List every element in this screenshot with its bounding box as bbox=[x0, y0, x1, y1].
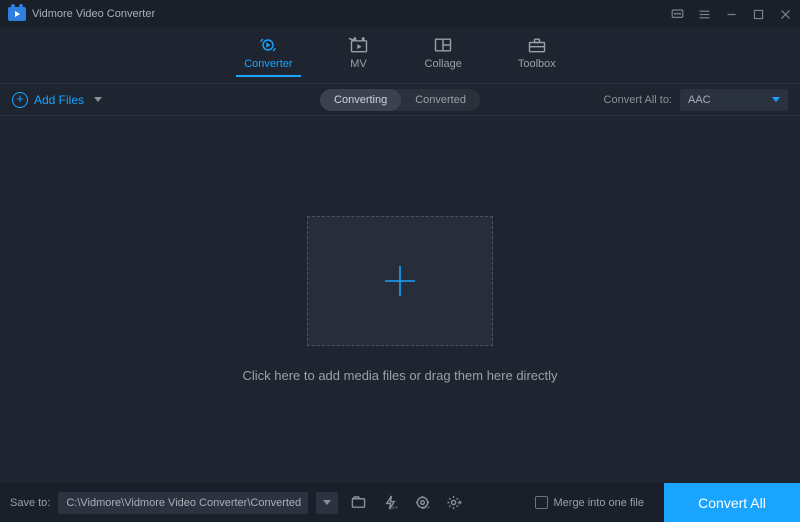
svg-text:OFF: OFF bbox=[390, 506, 398, 510]
convert-all-to: Convert All to: AAC bbox=[604, 89, 788, 111]
tab-collage[interactable]: Collage bbox=[425, 36, 462, 76]
merge-checkbox[interactable]: Merge into one file bbox=[535, 496, 645, 509]
open-folder-button[interactable] bbox=[346, 492, 370, 514]
tab-label: Converter bbox=[244, 58, 292, 70]
minimize-icon[interactable] bbox=[725, 8, 738, 21]
svg-text:OFF: OFF bbox=[422, 506, 430, 510]
menu-icon[interactable] bbox=[698, 8, 711, 21]
format-select[interactable]: AAC bbox=[680, 89, 788, 111]
plus-icon bbox=[377, 258, 423, 304]
app-logo-icon bbox=[8, 7, 26, 21]
chevron-down-icon bbox=[94, 97, 102, 102]
settings-button[interactable] bbox=[442, 492, 466, 514]
add-files-label: Add Files bbox=[34, 93, 84, 107]
titlebar-left: Vidmore Video Converter bbox=[8, 7, 155, 21]
main-area: Click here to add media files or drag th… bbox=[0, 116, 800, 483]
feedback-icon[interactable] bbox=[671, 8, 684, 21]
app-title: Vidmore Video Converter bbox=[32, 8, 155, 20]
tab-mv[interactable]: MV bbox=[349, 36, 369, 76]
format-value: AAC bbox=[688, 94, 711, 106]
titlebar: Vidmore Video Converter bbox=[0, 0, 800, 28]
hardware-accel-button[interactable]: OFF bbox=[378, 492, 402, 514]
convert-all-button[interactable]: Convert All bbox=[664, 483, 800, 522]
checkbox-icon bbox=[535, 496, 548, 509]
maximize-icon[interactable] bbox=[752, 8, 765, 21]
plus-circle-icon bbox=[12, 92, 28, 108]
convert-all-to-label: Convert All to: bbox=[604, 94, 672, 106]
status-subtabs: Converting Converted bbox=[320, 89, 480, 111]
bottombar: Save to: C:\Vidmore\Vidmore Video Conver… bbox=[0, 483, 800, 522]
subbar: Add Files Converting Converted Convert A… bbox=[0, 84, 800, 116]
add-files-button[interactable]: Add Files bbox=[12, 92, 102, 108]
subtab-converted[interactable]: Converted bbox=[401, 89, 480, 111]
tab-toolbox[interactable]: Toolbox bbox=[518, 36, 556, 76]
dropzone-add-media[interactable] bbox=[307, 216, 493, 346]
save-path-dropdown[interactable] bbox=[316, 492, 338, 514]
drop-hint: Click here to add media files or drag th… bbox=[242, 368, 557, 383]
close-icon[interactable] bbox=[779, 8, 792, 21]
main-tabs: Converter MV Collage Toolbox bbox=[0, 28, 800, 84]
merge-label: Merge into one file bbox=[554, 497, 645, 509]
tab-converter[interactable]: Converter bbox=[244, 36, 292, 76]
tab-label: Toolbox bbox=[518, 58, 556, 70]
tab-label: MV bbox=[350, 58, 367, 70]
high-speed-button[interactable]: OFF bbox=[410, 492, 434, 514]
titlebar-controls bbox=[671, 8, 792, 21]
save-path-field[interactable]: C:\Vidmore\Vidmore Video Converter\Conve… bbox=[58, 492, 308, 514]
tab-label: Collage bbox=[425, 58, 462, 70]
save-to-label: Save to: bbox=[10, 497, 50, 509]
chevron-down-icon bbox=[772, 97, 780, 102]
subtab-converting[interactable]: Converting bbox=[320, 89, 401, 111]
